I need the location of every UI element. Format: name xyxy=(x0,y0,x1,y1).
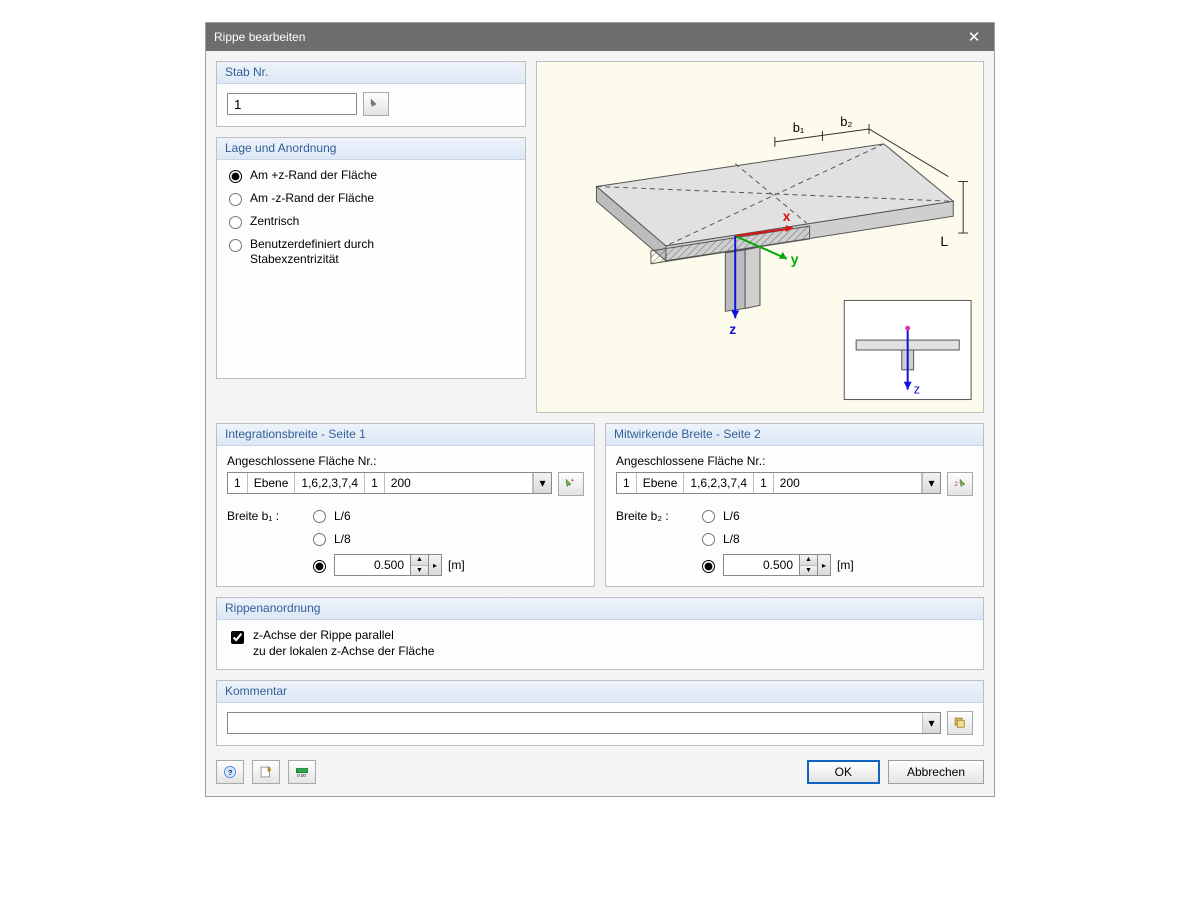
group-comment: Kommentar ▾ xyxy=(216,680,984,746)
dim-L-label: L xyxy=(940,233,948,249)
radio-b1-custom[interactable] xyxy=(313,560,326,573)
chevron-down-icon[interactable]: ▾ xyxy=(533,473,551,493)
comment-library-button[interactable] xyxy=(947,711,973,735)
cancel-button[interactable]: Abbrechen xyxy=(888,760,984,784)
width-b1-label: Breite b₁ : xyxy=(227,508,303,576)
group-rib-arrangement: Rippenanordnung z-Achse der Rippe parall… xyxy=(216,597,984,670)
group-title-side1: Integrationsbreite - Seite 1 xyxy=(217,424,594,446)
radio-centric[interactable] xyxy=(229,216,242,229)
b2-spin-drag-icon[interactable]: ▸ xyxy=(817,554,831,576)
group-width-side1: Integrationsbreite - Seite 1 Angeschloss… xyxy=(216,423,595,587)
member-no-input[interactable] xyxy=(227,93,357,115)
group-title-member-no: Stab Nr. xyxy=(217,62,525,84)
b2-spinner[interactable]: ▲ ▼ ▸ xyxy=(723,554,831,576)
group-title-position: Lage und Anordnung xyxy=(217,138,525,160)
connected-surface-label-1: Angeschlossene Fläche Nr.: xyxy=(227,454,584,468)
titlebar: Rippe bearbeiten ✕ xyxy=(206,23,994,51)
dim-b2-label: b₂ xyxy=(840,114,852,129)
radio-b1-l8[interactable] xyxy=(313,533,326,546)
b1-spin-drag-icon[interactable]: ▸ xyxy=(428,554,442,576)
radio-b1-l8-label: L/8 xyxy=(334,532,351,546)
stack-icon xyxy=(953,716,967,730)
svg-text:?: ? xyxy=(228,768,233,777)
radio-b2-l8-label: L/8 xyxy=(723,532,740,546)
pick-member-button[interactable] xyxy=(363,92,389,116)
ok-button[interactable]: OK xyxy=(807,760,880,784)
radio-user-defined[interactable] xyxy=(229,239,242,252)
picker-icon xyxy=(369,97,383,111)
radio-minus-z[interactable] xyxy=(229,193,242,206)
b2-spin-buttons[interactable]: ▲ ▼ xyxy=(799,554,817,576)
svg-text:2: 2 xyxy=(954,481,958,488)
connected-surface-combo-1[interactable]: 1 Ebene 1,6,2,3,7,4 1 200 ▾ xyxy=(227,472,552,494)
radio-b2-l6[interactable] xyxy=(702,510,715,523)
group-member-no: Stab Nr. xyxy=(216,61,526,127)
connected-surface-label-2: Angeschlossene Fläche Nr.: xyxy=(616,454,973,468)
axis-x-label: x xyxy=(783,208,791,224)
comment-combo[interactable]: ▾ xyxy=(227,712,941,734)
b1-spin-buttons[interactable]: ▲ ▼ xyxy=(410,554,428,576)
radio-b2-custom[interactable] xyxy=(702,560,715,573)
chevron-up-icon[interactable]: ▲ xyxy=(800,555,817,566)
width-b2-label: Breite b₂ : xyxy=(616,508,692,576)
help-icon: ? xyxy=(223,765,237,779)
inset-z-label: z xyxy=(914,382,920,397)
svg-text:✦: ✦ xyxy=(570,478,574,484)
radio-user-defined-label: Benutzerdefiniert durch Stabexzentrizitä… xyxy=(250,237,374,267)
b2-unit: [m] xyxy=(837,558,854,572)
connected-surface-combo-2[interactable]: 1 Ebene 1,6,2,3,7,4 1 200 ▾ xyxy=(616,472,941,494)
group-title-side2: Mitwirkende Breite - Seite 2 xyxy=(606,424,983,446)
preview-illustration: x y z b₁ xyxy=(537,62,983,412)
b1-spinner[interactable]: ▲ ▼ ▸ xyxy=(334,554,442,576)
chevron-down-icon[interactable]: ▾ xyxy=(922,713,940,733)
group-title-arrangement: Rippenanordnung xyxy=(217,598,983,620)
dialog-edit-rib: Rippe bearbeiten ✕ Stab Nr. xyxy=(205,22,995,797)
check-z-parallel-label: z-Achse der Rippe parallel zu der lokale… xyxy=(253,628,434,659)
help-button[interactable]: ? xyxy=(216,760,244,784)
pick-surface-2-button[interactable]: 2 xyxy=(947,472,973,496)
picker-icon: ✦ xyxy=(564,477,578,491)
notes-button[interactable] xyxy=(252,760,280,784)
chevron-down-icon[interactable]: ▼ xyxy=(411,566,428,576)
svg-text:0.00: 0.00 xyxy=(297,773,306,778)
dialog-title: Rippe bearbeiten xyxy=(214,30,962,44)
preview-pane: x y z b₁ xyxy=(536,61,984,413)
note-icon xyxy=(259,765,273,779)
picker-icon: 2 xyxy=(953,477,967,491)
chevron-up-icon[interactable]: ▲ xyxy=(411,555,428,566)
group-title-comment: Kommentar xyxy=(217,681,983,703)
units-button[interactable]: 0.00 xyxy=(288,760,316,784)
radio-minus-z-label: Am -z-Rand der Fläche xyxy=(250,191,374,206)
group-position: Lage und Anordnung Am +z-Rand der Fläche… xyxy=(216,137,526,379)
radio-b1-l6[interactable] xyxy=(313,510,326,523)
check-z-parallel[interactable] xyxy=(231,631,244,644)
radio-b2-l8[interactable] xyxy=(702,533,715,546)
axis-z-label: z xyxy=(729,321,736,337)
b2-value-input[interactable] xyxy=(723,554,799,576)
radio-centric-label: Zentrisch xyxy=(250,214,299,229)
axis-y-label: y xyxy=(791,251,799,267)
chevron-down-icon[interactable]: ▼ xyxy=(800,566,817,576)
close-icon[interactable]: ✕ xyxy=(962,27,986,47)
group-width-side2: Mitwirkende Breite - Seite 2 Angeschloss… xyxy=(605,423,984,587)
dim-b1-label: b₁ xyxy=(793,120,805,135)
radio-plus-z[interactable] xyxy=(229,170,242,183)
radio-b1-l6-label: L/6 xyxy=(334,509,351,523)
b1-value-input[interactable] xyxy=(334,554,410,576)
pick-surface-1-button[interactable]: ✦ xyxy=(558,472,584,496)
ruler-icon: 0.00 xyxy=(295,765,309,779)
chevron-down-icon[interactable]: ▾ xyxy=(922,473,940,493)
radio-plus-z-label: Am +z-Rand der Fläche xyxy=(250,168,377,183)
radio-b2-l6-label: L/6 xyxy=(723,509,740,523)
b1-unit: [m] xyxy=(448,558,465,572)
